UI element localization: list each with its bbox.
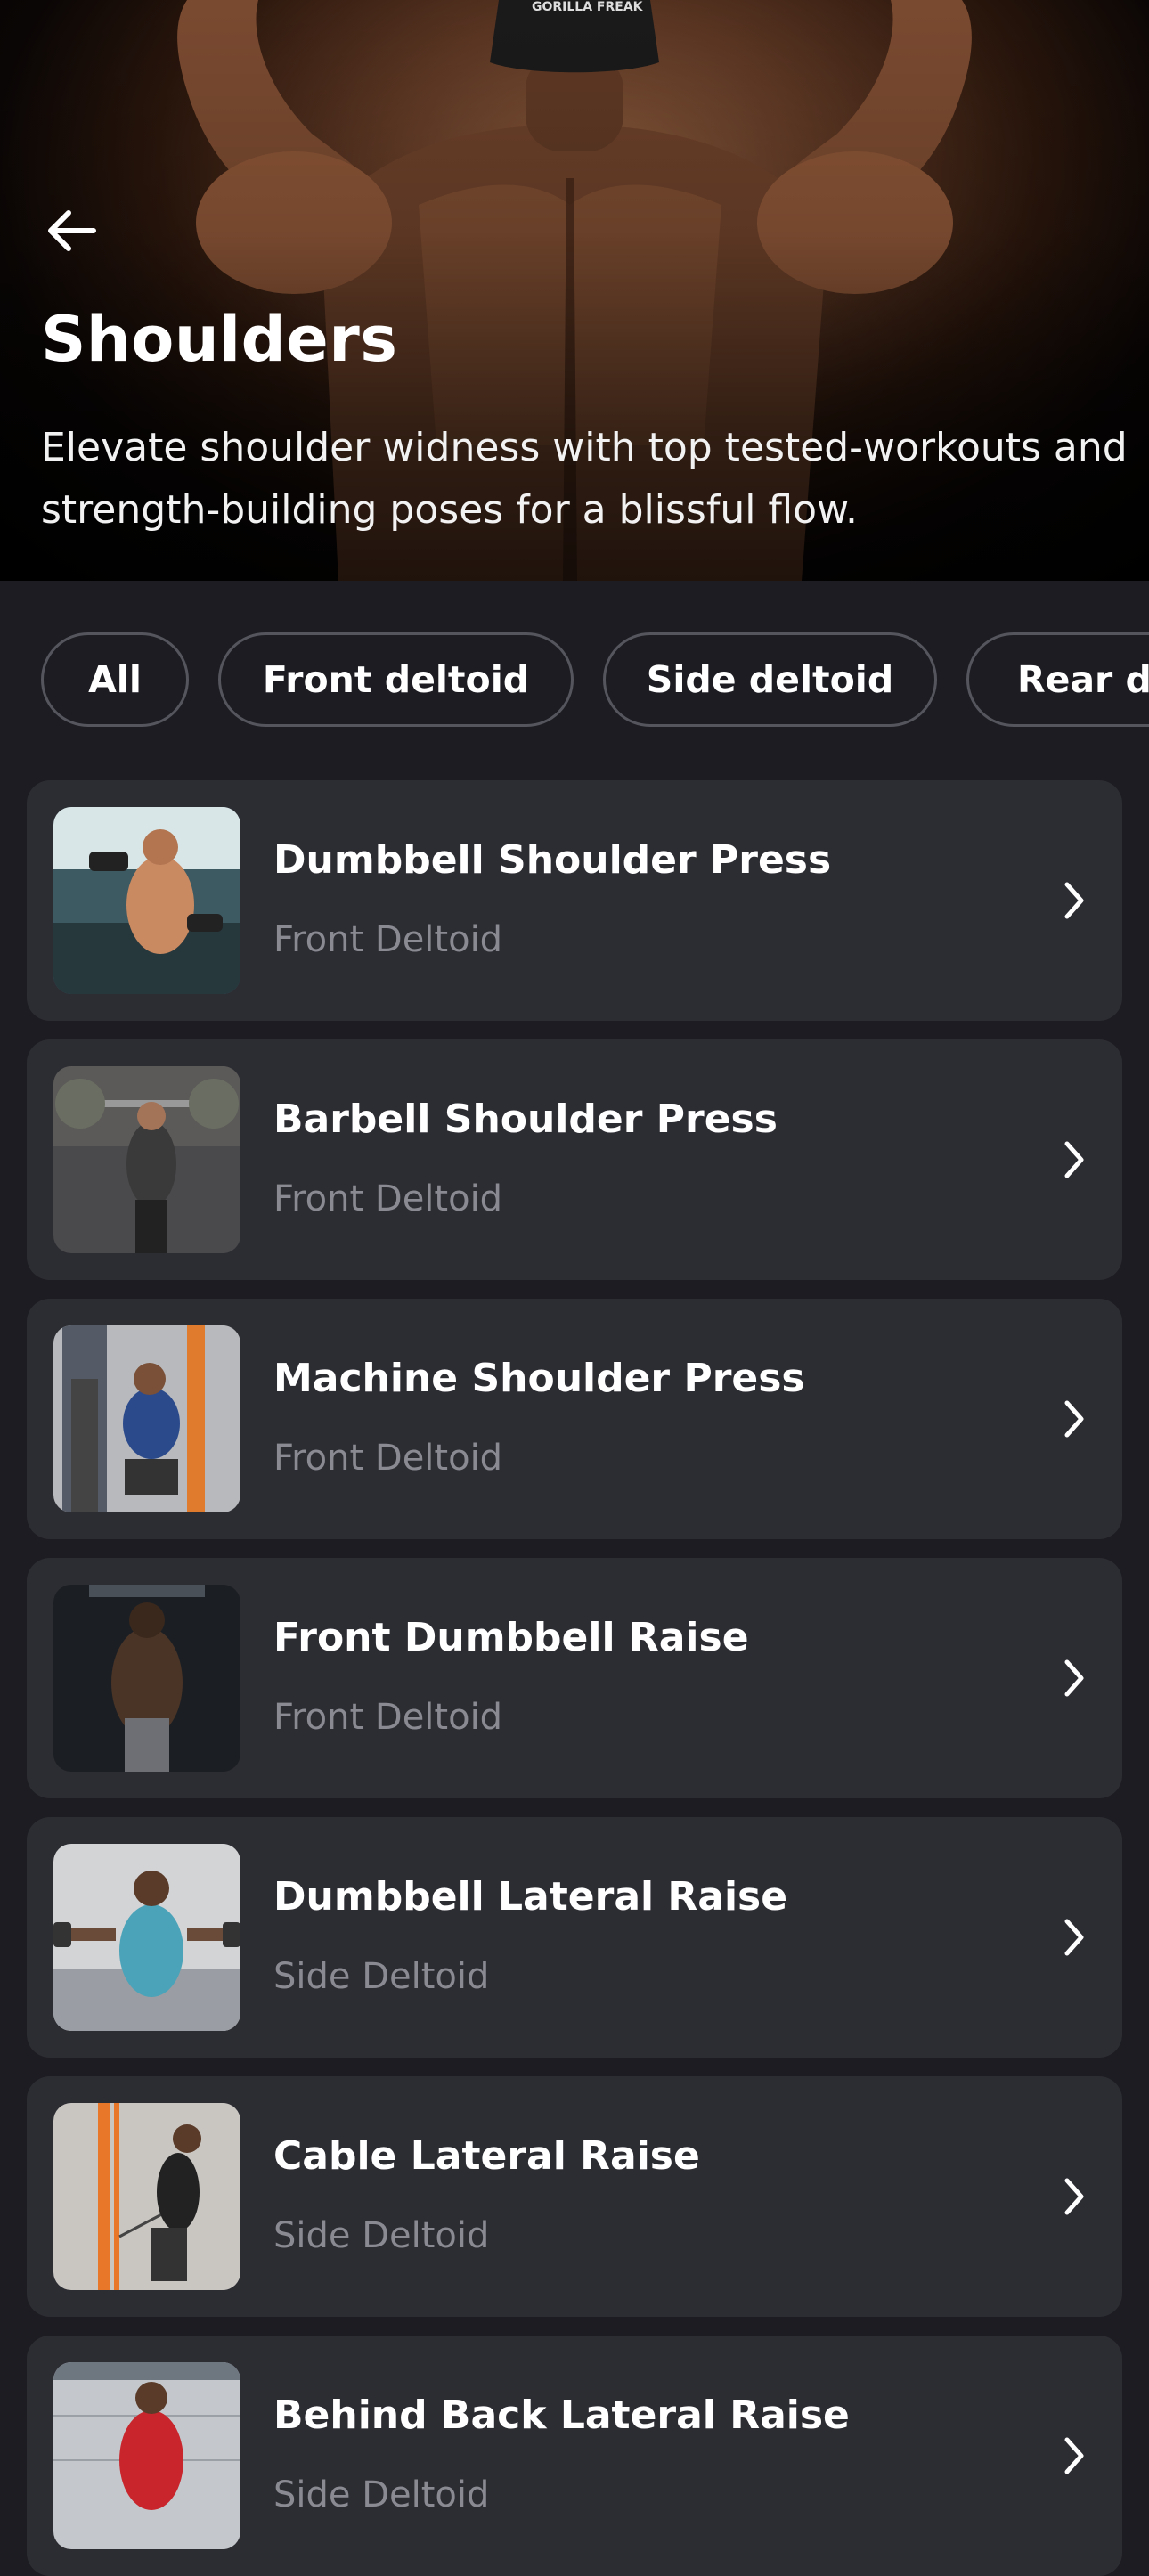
chevron-right-icon xyxy=(1064,1400,1084,1438)
exercise-thumbnail xyxy=(53,1066,240,1253)
filter-chip-all[interactable]: All xyxy=(41,632,189,727)
exercise-muscle: Front Deltoid xyxy=(273,1438,503,1479)
chevron-right-icon xyxy=(1064,1659,1084,1697)
exercise-name: Dumbbell Lateral Raise xyxy=(273,1874,788,1920)
filter-chip-front-deltoid[interactable]: Front deltoid xyxy=(218,632,574,727)
exercise-thumbnail xyxy=(53,1585,240,1772)
filter-chip-rear-deltoid[interactable]: Rear deltoid xyxy=(966,632,1149,727)
chevron-right-icon xyxy=(1064,2178,1084,2215)
chevron-right-icon xyxy=(1064,1919,1084,1956)
chevron-right-icon xyxy=(1064,1141,1084,1178)
exercise-name: Dumbbell Shoulder Press xyxy=(273,837,832,883)
exercise-muscle: Side Deltoid xyxy=(273,2215,490,2256)
exercise-card[interactable]: Dumbbell Lateral Raise Side Deltoid xyxy=(27,1817,1122,2058)
filter-chip-side-deltoid[interactable]: Side deltoid xyxy=(603,632,937,727)
arrow-left-icon xyxy=(48,210,96,251)
exercise-card[interactable]: Cable Lateral Raise Side Deltoid xyxy=(27,2076,1122,2317)
chevron-right-icon xyxy=(1064,882,1084,919)
exercise-thumbnail xyxy=(53,2362,240,2549)
exercise-name: Machine Shoulder Press xyxy=(273,1356,805,1401)
back-button[interactable] xyxy=(36,198,107,264)
exercise-muscle: Front Deltoid xyxy=(273,1697,503,1738)
hero-banner: GORILLA FREAK Shoulders Elevate shoulder… xyxy=(0,0,1149,581)
exercise-card[interactable]: Behind Back Lateral Raise Side Deltoid xyxy=(27,2336,1122,2576)
exercise-muscle: Front Deltoid xyxy=(273,919,503,960)
exercise-name: Cable Lateral Raise xyxy=(273,2133,700,2179)
exercise-card[interactable]: Front Dumbbell Raise Front Deltoid xyxy=(27,1558,1122,1798)
page-title: Shoulders xyxy=(41,303,398,376)
exercise-thumbnail xyxy=(53,2103,240,2290)
exercise-thumbnail xyxy=(53,807,240,994)
exercise-thumbnail xyxy=(53,1325,240,1512)
exercise-thumbnail xyxy=(53,1844,240,2031)
exercise-muscle: Side Deltoid xyxy=(273,2474,490,2515)
exercise-name: Barbell Shoulder Press xyxy=(273,1096,778,1142)
page-subtitle: Elevate shoulder widness with top tested… xyxy=(41,425,1128,533)
exercise-muscle: Front Deltoid xyxy=(273,1178,503,1219)
exercise-card[interactable]: Dumbbell Shoulder Press Front Deltoid xyxy=(27,780,1122,1021)
exercise-card[interactable]: Machine Shoulder Press Front Deltoid xyxy=(27,1299,1122,1539)
exercise-card[interactable]: Barbell Shoulder Press Front Deltoid xyxy=(27,1039,1122,1280)
chevron-right-icon xyxy=(1064,2437,1084,2474)
cap-logo-text: GORILLA FREAK xyxy=(532,0,643,14)
exercise-muscle: Side Deltoid xyxy=(273,1956,490,1997)
exercise-name: Front Dumbbell Raise xyxy=(273,1615,749,1660)
filter-chip-row[interactable]: All Front deltoid Side deltoid Rear delt… xyxy=(0,632,1149,729)
exercise-name: Behind Back Lateral Raise xyxy=(273,2393,850,2438)
